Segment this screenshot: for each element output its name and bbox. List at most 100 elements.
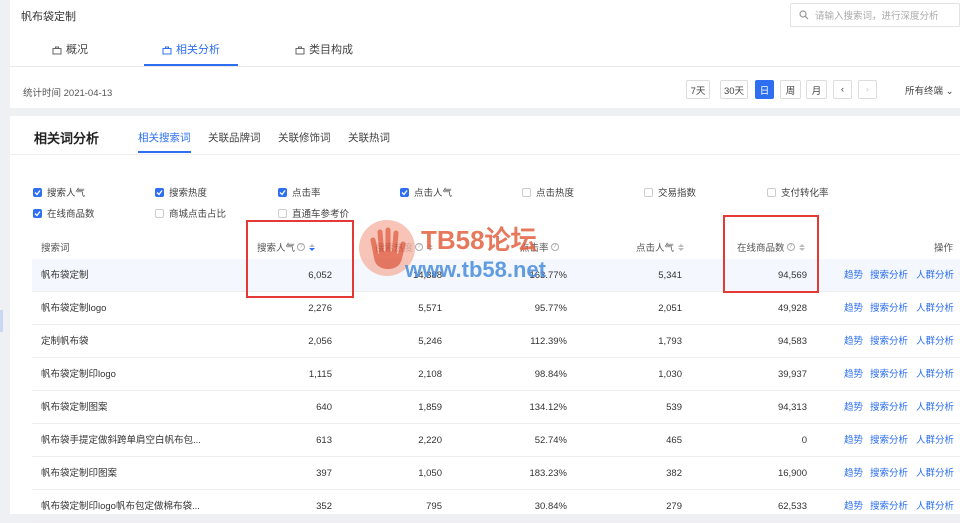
crowd-analysis-link[interactable]: 人群分析 — [916, 292, 954, 325]
prev-date-button[interactable]: ‹ — [833, 80, 852, 99]
keyword-cell[interactable]: 帆布袋定制 — [41, 259, 89, 292]
crowd-analysis-link[interactable]: 人群分析 — [916, 490, 954, 523]
table-row[interactable]: 帆布袋定制图案 640 1,859 134.12% 539 94,313 趋势 … — [32, 391, 960, 424]
table-row[interactable]: 帆布袋定制印logo帆布包定做棉布袋... 352 795 30.84% 279… — [32, 490, 960, 523]
col-header-heat[interactable]: 搜索热度? — [375, 240, 434, 254]
crowd-analysis-link[interactable]: 人群分析 — [916, 391, 954, 424]
sort-icon[interactable] — [678, 243, 685, 251]
range-day-button[interactable]: 日 — [755, 80, 774, 99]
heat-cell: 2,108 — [418, 369, 442, 380]
metric-checkbox-label: 点击率 — [292, 188, 321, 199]
search-analysis-link[interactable]: 搜索分析 — [870, 325, 908, 358]
bag-icon — [295, 46, 305, 55]
search-analysis-link[interactable]: 搜索分析 — [870, 391, 908, 424]
subtab-brand[interactable]: 关联品牌词 — [208, 130, 261, 145]
click-pop-cell: 539 — [666, 402, 682, 413]
next-date-button[interactable]: › — [858, 80, 877, 99]
tab-related-analysis[interactable]: 相关分析 — [144, 34, 238, 66]
metric-checkbox[interactable]: 点击人气 — [400, 185, 452, 199]
keyword-cell[interactable]: 帆布袋定制印图案 — [41, 457, 117, 490]
click-pop-cell: 1,793 — [658, 336, 682, 347]
metric-checkbox-label: 搜索热度 — [169, 188, 208, 199]
help-icon[interactable]: ? — [415, 243, 424, 251]
crowd-analysis-link[interactable]: 人群分析 — [916, 259, 954, 292]
metric-checkbox[interactable]: 点击率 — [278, 185, 321, 199]
search-analysis-link[interactable]: 搜索分析 — [870, 358, 908, 391]
keyword-cell[interactable]: 帆布袋定制印logo — [41, 358, 116, 391]
search-analysis-link[interactable]: 搜索分析 — [870, 490, 908, 523]
metric-checkbox[interactable]: 交易指数 — [644, 185, 696, 199]
online-cell: 16,900 — [777, 468, 807, 479]
col-header-label: 搜索热度 — [375, 243, 414, 254]
tab-related-analysis-label: 相关分析 — [176, 44, 220, 56]
trend-link[interactable]: 趋势 — [844, 490, 863, 523]
search-analysis-link[interactable]: 搜索分析 — [870, 457, 908, 490]
range-7d-button[interactable]: 7天 — [686, 80, 710, 99]
col-header-click-pop[interactable]: 点击人气 — [636, 240, 685, 254]
metric-checkbox[interactable]: 搜索热度 — [155, 185, 207, 199]
table-row[interactable]: 定制帆布袋 2,056 5,246 112.39% 1,793 94,583 趋… — [32, 325, 960, 358]
online-cell: 0 — [801, 435, 807, 446]
trend-link[interactable]: 趋势 — [844, 424, 863, 457]
table-row[interactable]: 帆布袋定制印图案 397 1,050 183.23% 382 16,900 趋势… — [32, 457, 960, 490]
metric-checkbox[interactable]: 点击热度 — [522, 185, 574, 199]
side-handle[interactable] — [0, 310, 3, 332]
highlight-box-popularity — [246, 220, 354, 298]
chevron-right-icon: › — [865, 84, 870, 95]
click-pop-cell: 5,341 — [658, 270, 682, 281]
table-row[interactable]: 帆布袋定制logo 2,276 5,571 95.77% 2,051 49,92… — [32, 292, 960, 325]
metric-checkbox[interactable]: 直通车参考价 — [278, 206, 349, 220]
terminal-select-label: 所有终端 — [905, 86, 944, 97]
metric-checkbox[interactable]: 搜索人气 — [33, 185, 85, 199]
search-analysis-link[interactable]: 搜索分析 — [870, 259, 908, 292]
metric-checkbox-label: 点击人气 — [414, 188, 453, 199]
subtab-related-search[interactable]: 相关搜索词 — [138, 130, 191, 153]
related-words-panel: 相关词分析 相关搜索词 关联品牌词 关联修饰词 关联热词 搜索人气 搜索热度 点… — [10, 116, 960, 523]
metric-checkbox[interactable]: 支付转化率 — [767, 185, 829, 199]
crowd-analysis-link[interactable]: 人群分析 — [916, 457, 954, 490]
keyword-cell[interactable]: 帆布袋定制logo — [41, 292, 106, 325]
heat-cell: 14,388 — [412, 270, 442, 281]
popularity-cell: 613 — [316, 435, 332, 446]
trend-link[interactable]: 趋势 — [844, 325, 863, 358]
crowd-analysis-link[interactable]: 人群分析 — [916, 358, 954, 391]
table-row[interactable]: 帆布袋定制印logo 1,115 2,108 98.84% 1,030 39,9… — [32, 358, 960, 391]
online-cell: 94,583 — [777, 336, 807, 347]
subtab-modifier[interactable]: 关联修饰词 — [278, 130, 331, 145]
crowd-analysis-link[interactable]: 人群分析 — [916, 325, 954, 358]
tabs-divider — [10, 66, 960, 67]
metric-checkbox[interactable]: 在线商品数 — [33, 206, 95, 220]
search-analysis-link[interactable]: 搜索分析 — [870, 292, 908, 325]
ctr-cell: 52.74% — [534, 435, 567, 446]
keyword-cell[interactable]: 帆布袋定制图案 — [41, 391, 108, 424]
terminal-select[interactable]: 所有终端 ⌄ — [905, 83, 954, 97]
metric-checkbox-label: 在线商品数 — [47, 209, 95, 220]
tab-category[interactable]: 类目构成 — [295, 34, 353, 66]
keyword-cell[interactable]: 帆布袋定制印logo帆布包定做棉布袋... — [41, 490, 200, 523]
range-month-button[interactable]: 月 — [806, 80, 827, 99]
trend-link[interactable]: 趋势 — [844, 292, 863, 325]
keyword-cell[interactable]: 定制帆布袋 — [41, 325, 89, 358]
range-30d-button[interactable]: 30天 — [720, 80, 748, 99]
trend-link[interactable]: 趋势 — [844, 358, 863, 391]
search-analysis-link[interactable]: 搜索分析 — [870, 424, 908, 457]
checkbox-empty-icon — [155, 208, 164, 218]
keyword-cell[interactable]: 帆布袋手提定做斜跨单肩空白帆布包... — [41, 424, 201, 457]
search-input[interactable]: 请输入搜索词，进行深度分析 — [790, 3, 960, 27]
subtab-hot[interactable]: 关联热词 — [348, 130, 390, 145]
heat-cell: 1,050 — [418, 468, 442, 479]
help-icon[interactable]: ? — [550, 243, 559, 251]
popularity-cell: 352 — [316, 501, 332, 512]
table-row[interactable]: 帆布袋手提定做斜跨单肩空白帆布包... 613 2,220 52.74% 465… — [32, 424, 960, 457]
table-row[interactable]: 帆布袋定制 6,052 14,388 163.77% 5,341 94,569 … — [32, 259, 960, 292]
col-header-ctr[interactable]: 点击率? — [520, 240, 559, 254]
trend-link[interactable]: 趋势 — [844, 457, 863, 490]
sort-icon[interactable] — [427, 243, 434, 251]
range-week-button[interactable]: 周 — [780, 80, 801, 99]
tab-overview[interactable]: 概况 — [52, 34, 88, 66]
metric-checkbox[interactable]: 商城点击占比 — [155, 206, 226, 220]
check-icon — [33, 187, 42, 197]
trend-link[interactable]: 趋势 — [844, 259, 863, 292]
crowd-analysis-link[interactable]: 人群分析 — [916, 424, 954, 457]
trend-link[interactable]: 趋势 — [844, 391, 863, 424]
